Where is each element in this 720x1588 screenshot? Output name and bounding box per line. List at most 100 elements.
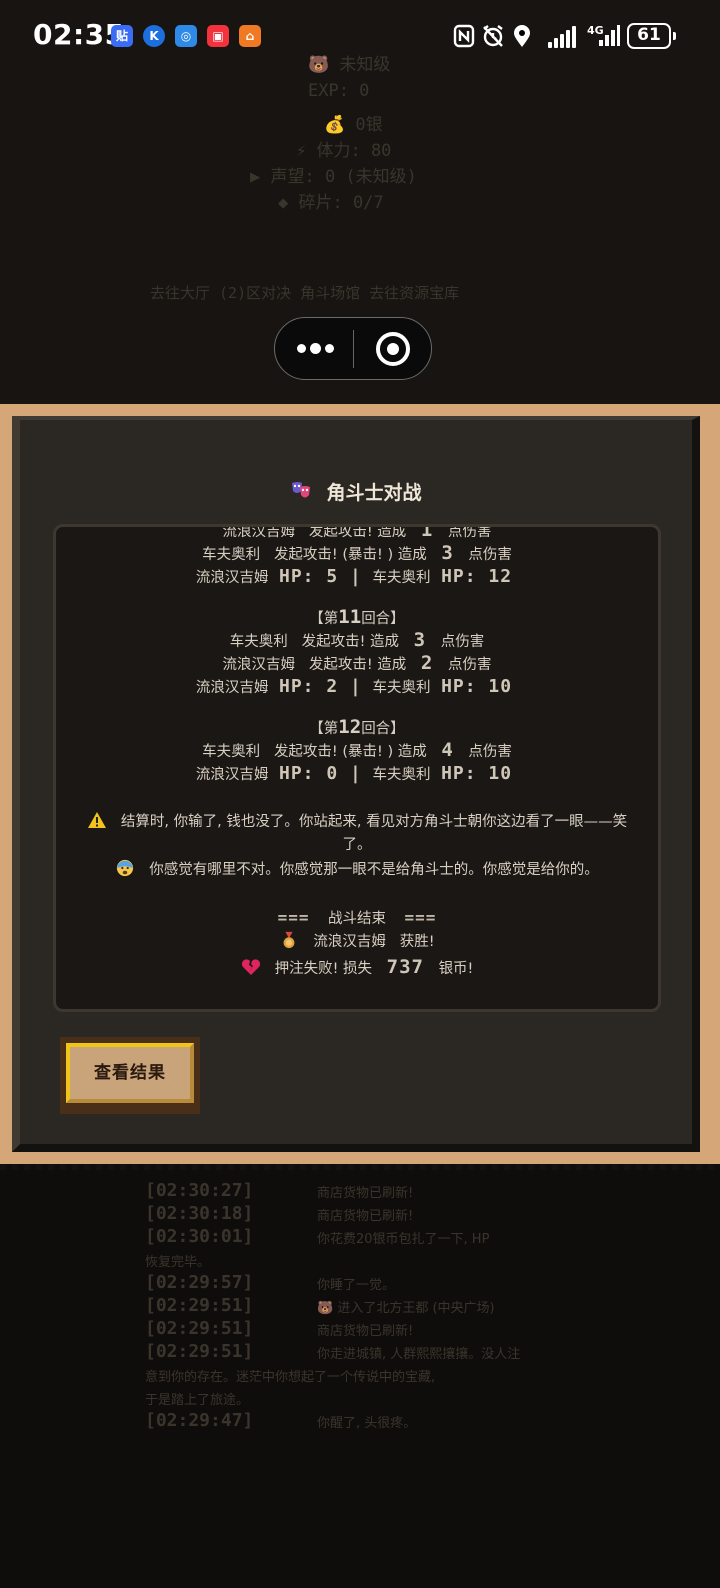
end-separator: === <box>404 908 437 927</box>
round-prefix: 【第 <box>309 721 339 737</box>
battle-log-line: 车夫奥利 发起攻击! (暴击! ) 造成 3 点伤害 <box>56 542 658 565</box>
damage-number: 3 <box>413 629 427 651</box>
bg-log-time: [02:29:47] <box>145 1410 254 1431</box>
battle-end-text: 战斗结束 <box>328 911 386 927</box>
battle-log[interactable]: 流浪汉吉姆 发起攻击! 造成 1 点伤害 车夫奥利 发起攻击! (暴击! ) 造… <box>53 524 661 1012</box>
attacker-name: 车夫奥利 <box>229 634 288 650</box>
bg-stat-shards: ◆ 碎片: 0/7 <box>278 193 384 213</box>
broken-heart-icon <box>241 959 260 975</box>
hp-readout: HP: 10 <box>441 676 513 697</box>
round-header: 【第11回合】 <box>56 606 658 629</box>
damage-unit: 点伤害 <box>468 744 512 760</box>
pay-app-icon: ◎ <box>175 25 197 47</box>
bg-stat-money: 💰 0银 <box>324 115 383 135</box>
battle-modal-panel: 角斗士对战 流浪汉吉姆 发起攻击! 造成 1 点伤害 车夫奥利 发起攻击! (暴… <box>12 416 700 1152</box>
status-bar: 02:35 贴 K ◎ ▣ ⌂ 4G 61 <box>0 0 720 74</box>
bg-log-text: 你睡了一觉。 <box>317 1278 396 1293</box>
loss-text: 押注失败! 损失 <box>274 961 373 977</box>
bg-stat-exp: EXP: 0 <box>308 81 370 101</box>
bg-log-row: 恢复完毕。 <box>145 1249 575 1272</box>
location-icon <box>514 25 530 47</box>
bg-log-time: [02:30:01] <box>145 1226 254 1247</box>
round-number: 12 <box>338 716 362 738</box>
nfc-icon <box>453 24 475 48</box>
k-app-icon: K <box>143 25 165 47</box>
hp-readout: HP: 10 <box>441 763 513 784</box>
bg-log-row: 于是踏上了旅途。 <box>145 1387 575 1410</box>
background-menu: 去往大厅 (2)区对决 角斗场馆 去往资源宝库 <box>150 284 460 302</box>
damage-unit: 点伤害 <box>447 524 492 540</box>
medal-icon <box>284 931 295 949</box>
action-text: 发起攻击! (暴击! ) 造成 <box>273 547 427 563</box>
winner-name: 流浪汉吉姆 <box>313 934 386 950</box>
damage-number: 2 <box>420 652 434 674</box>
bg-log-text: 🐻 进入了北方王都 (中央广场) <box>317 1301 495 1316</box>
settlement-text: 结算时, 你输了, 钱也没了。你站起来, 看见对方角斗士朝你这边看了一眼——笑了… <box>120 814 628 853</box>
loss-amount: 737 <box>386 956 424 978</box>
damage-number: 3 <box>441 542 454 564</box>
bg-log-time: [02:30:27] <box>145 1180 254 1201</box>
miniprogram-capsule <box>274 317 432 380</box>
battle-log-line: 流浪汉吉姆 发起攻击! 造成 1 点伤害 <box>56 524 658 542</box>
damage-unit: 点伤害 <box>468 547 512 563</box>
more-icon[interactable] <box>297 338 337 360</box>
bg-log-row: [02:29:51] 你走进城镇, 人群熙熙攘攘。没人注 <box>145 1341 575 1364</box>
modal-title: 角斗士对战 <box>20 478 692 505</box>
fearful-face-icon <box>117 859 134 877</box>
damage-number: 1 <box>420 524 434 541</box>
bg-log-row: [02:29:57] 你睡了一觉。 <box>145 1272 575 1295</box>
bg-stat-fame: ▶ 声望: 0 (未知级) <box>250 167 417 187</box>
home-app-icon: ⌂ <box>239 25 261 47</box>
round-prefix: 【第 <box>309 611 339 627</box>
bg-log-text: 恢复完毕。 <box>145 1255 211 1270</box>
bg-log-row: [02:30:18] 商店货物已刷新! <box>145 1203 575 1226</box>
bg-stat-stamina: ⚡ 体力: 80 <box>296 141 392 161</box>
fighter-name: 流浪汉吉姆 <box>195 680 269 696</box>
bg-log-row: [02:29:47] 你醒了, 头很疼。 <box>145 1410 575 1433</box>
action-text: 发起攻击! 造成 <box>308 657 407 673</box>
hp-readout: HP: 5 | <box>279 566 362 587</box>
round-suffix: 回合】 <box>361 611 405 627</box>
bg-log-time: [02:29:51] <box>145 1318 254 1339</box>
attacker-name: 车夫奥利 <box>202 547 261 563</box>
fighter-name: 流浪汉吉姆 <box>195 767 269 783</box>
background-log: [02:30:27] 商店货物已刷新! [02:30:18] 商店货物已刷新! [0… <box>145 1180 575 1433</box>
bg-log-row: [02:30:01] 你花费20银币包扎了一下, HP <box>145 1226 575 1249</box>
view-result-button-label[interactable]: 查看结果 <box>66 1043 194 1103</box>
battle-log-line: 流浪汉吉姆 发起攻击! 造成 2 点伤害 <box>56 652 658 675</box>
hp-readout: HP: 0 | <box>279 763 362 784</box>
hp-line: 流浪汉吉姆 HP: 2 | 车夫奥利 HP: 10 <box>56 675 658 698</box>
damage-number: 4 <box>441 739 454 761</box>
view-result-button[interactable]: 查看结果 <box>60 1037 200 1114</box>
round-number: 11 <box>338 606 362 628</box>
hp-line: 流浪汉吉姆 HP: 0 | 车夫奥利 HP: 10 <box>56 762 658 785</box>
damage-unit: 点伤害 <box>440 634 485 650</box>
hp-readout: HP: 12 <box>441 566 513 587</box>
winner-text: 获胜! <box>399 934 435 950</box>
attacker-name: 流浪汉吉姆 <box>222 524 296 540</box>
capsule-divider <box>353 330 354 368</box>
settlement-feeling: 你感觉有哪里不对。你感觉那一眼不是给角斗士的。你感觉是给你的。 <box>56 859 658 882</box>
close-miniprogram-icon[interactable] <box>376 332 410 366</box>
bg-log-time: [02:29:51] <box>145 1295 254 1316</box>
end-separator: === <box>277 908 310 927</box>
theater-masks-icon <box>292 482 311 498</box>
round-suffix: 回合】 <box>361 721 405 737</box>
warning-icon <box>87 812 106 828</box>
tieba-app-icon: 贴 <box>111 25 133 47</box>
fighter-name: 流浪汉吉姆 <box>195 570 269 586</box>
action-text: 发起攻击! 造成 <box>301 634 400 650</box>
damage-unit: 点伤害 <box>447 657 492 673</box>
bg-log-text: 于是踏上了旅途。 <box>145 1393 250 1408</box>
attacker-name: 流浪汉吉姆 <box>222 657 296 673</box>
bg-log-row: [02:29:51] 🐻 进入了北方王都 (中央广场) <box>145 1295 575 1318</box>
bg-log-text: 你醒了, 头很疼。 <box>317 1416 417 1431</box>
hp-line: 流浪汉吉姆 HP: 5 | 车夫奥利 HP: 12 <box>56 565 658 588</box>
fighter-name: 车夫奥利 <box>372 680 431 696</box>
shop-app-icon: ▣ <box>207 25 229 47</box>
modal-title-text: 角斗士对战 <box>326 482 422 504</box>
hp-readout: HP: 2 | <box>279 676 362 697</box>
bg-log-time: [02:29:57] <box>145 1272 254 1293</box>
bg-log-text: 你走进城镇, 人群熙熙攘攘。没人注 <box>317 1347 521 1362</box>
winner-line: 流浪汉吉姆 获胜! <box>56 931 658 954</box>
